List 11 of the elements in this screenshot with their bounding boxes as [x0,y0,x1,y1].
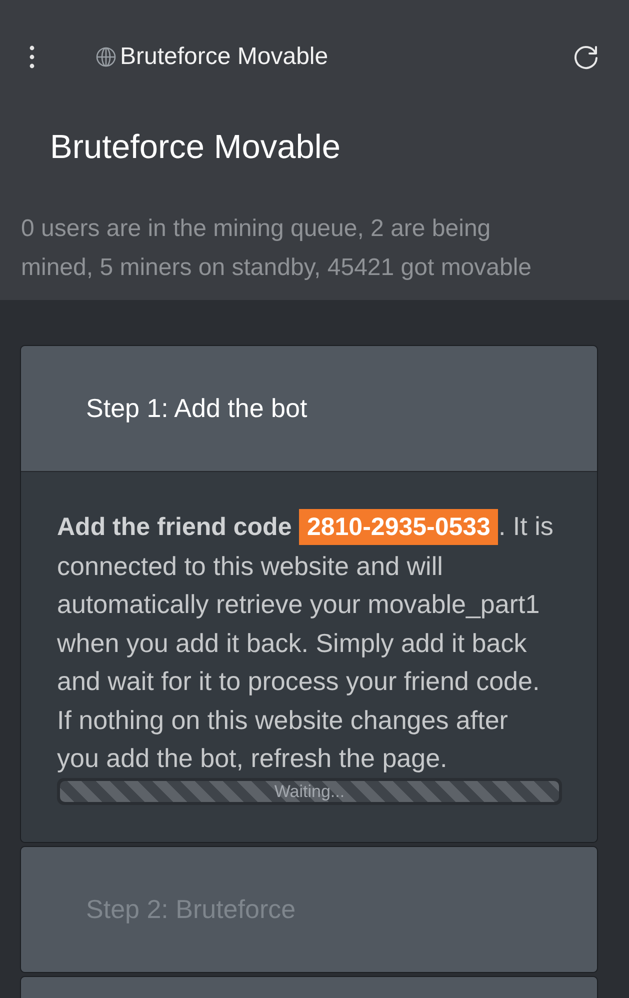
step-header[interactable]: Step 1: Add the bot [21,346,597,472]
heading: Bruteforce Movable [50,128,340,168]
globe-icon [96,47,116,67]
progress-label: Waiting... [273,780,346,802]
page-title: Bruteforce Movable [120,43,328,71]
step-title: Step 1: Add the bot [86,393,308,424]
friend-code: 2810-2935-0533 [298,509,498,545]
refresh-icon[interactable] [573,44,599,70]
queue-stats-text: 0 users are in the mining queue, 2 are being mined, 5 miners on standby, 45421 got movable [21,214,533,283]
kebab-menu-icon[interactable] [29,45,35,69]
instructions-text: Add the friend code 2810-2935-0533 . It is connected to this website and will automatically retrieve your movable_part1 when you add it back. Simply add it back and wait for it to process your friend code. If nothing on this website changes after you add the bot, refresh the page. [57,508,554,775]
